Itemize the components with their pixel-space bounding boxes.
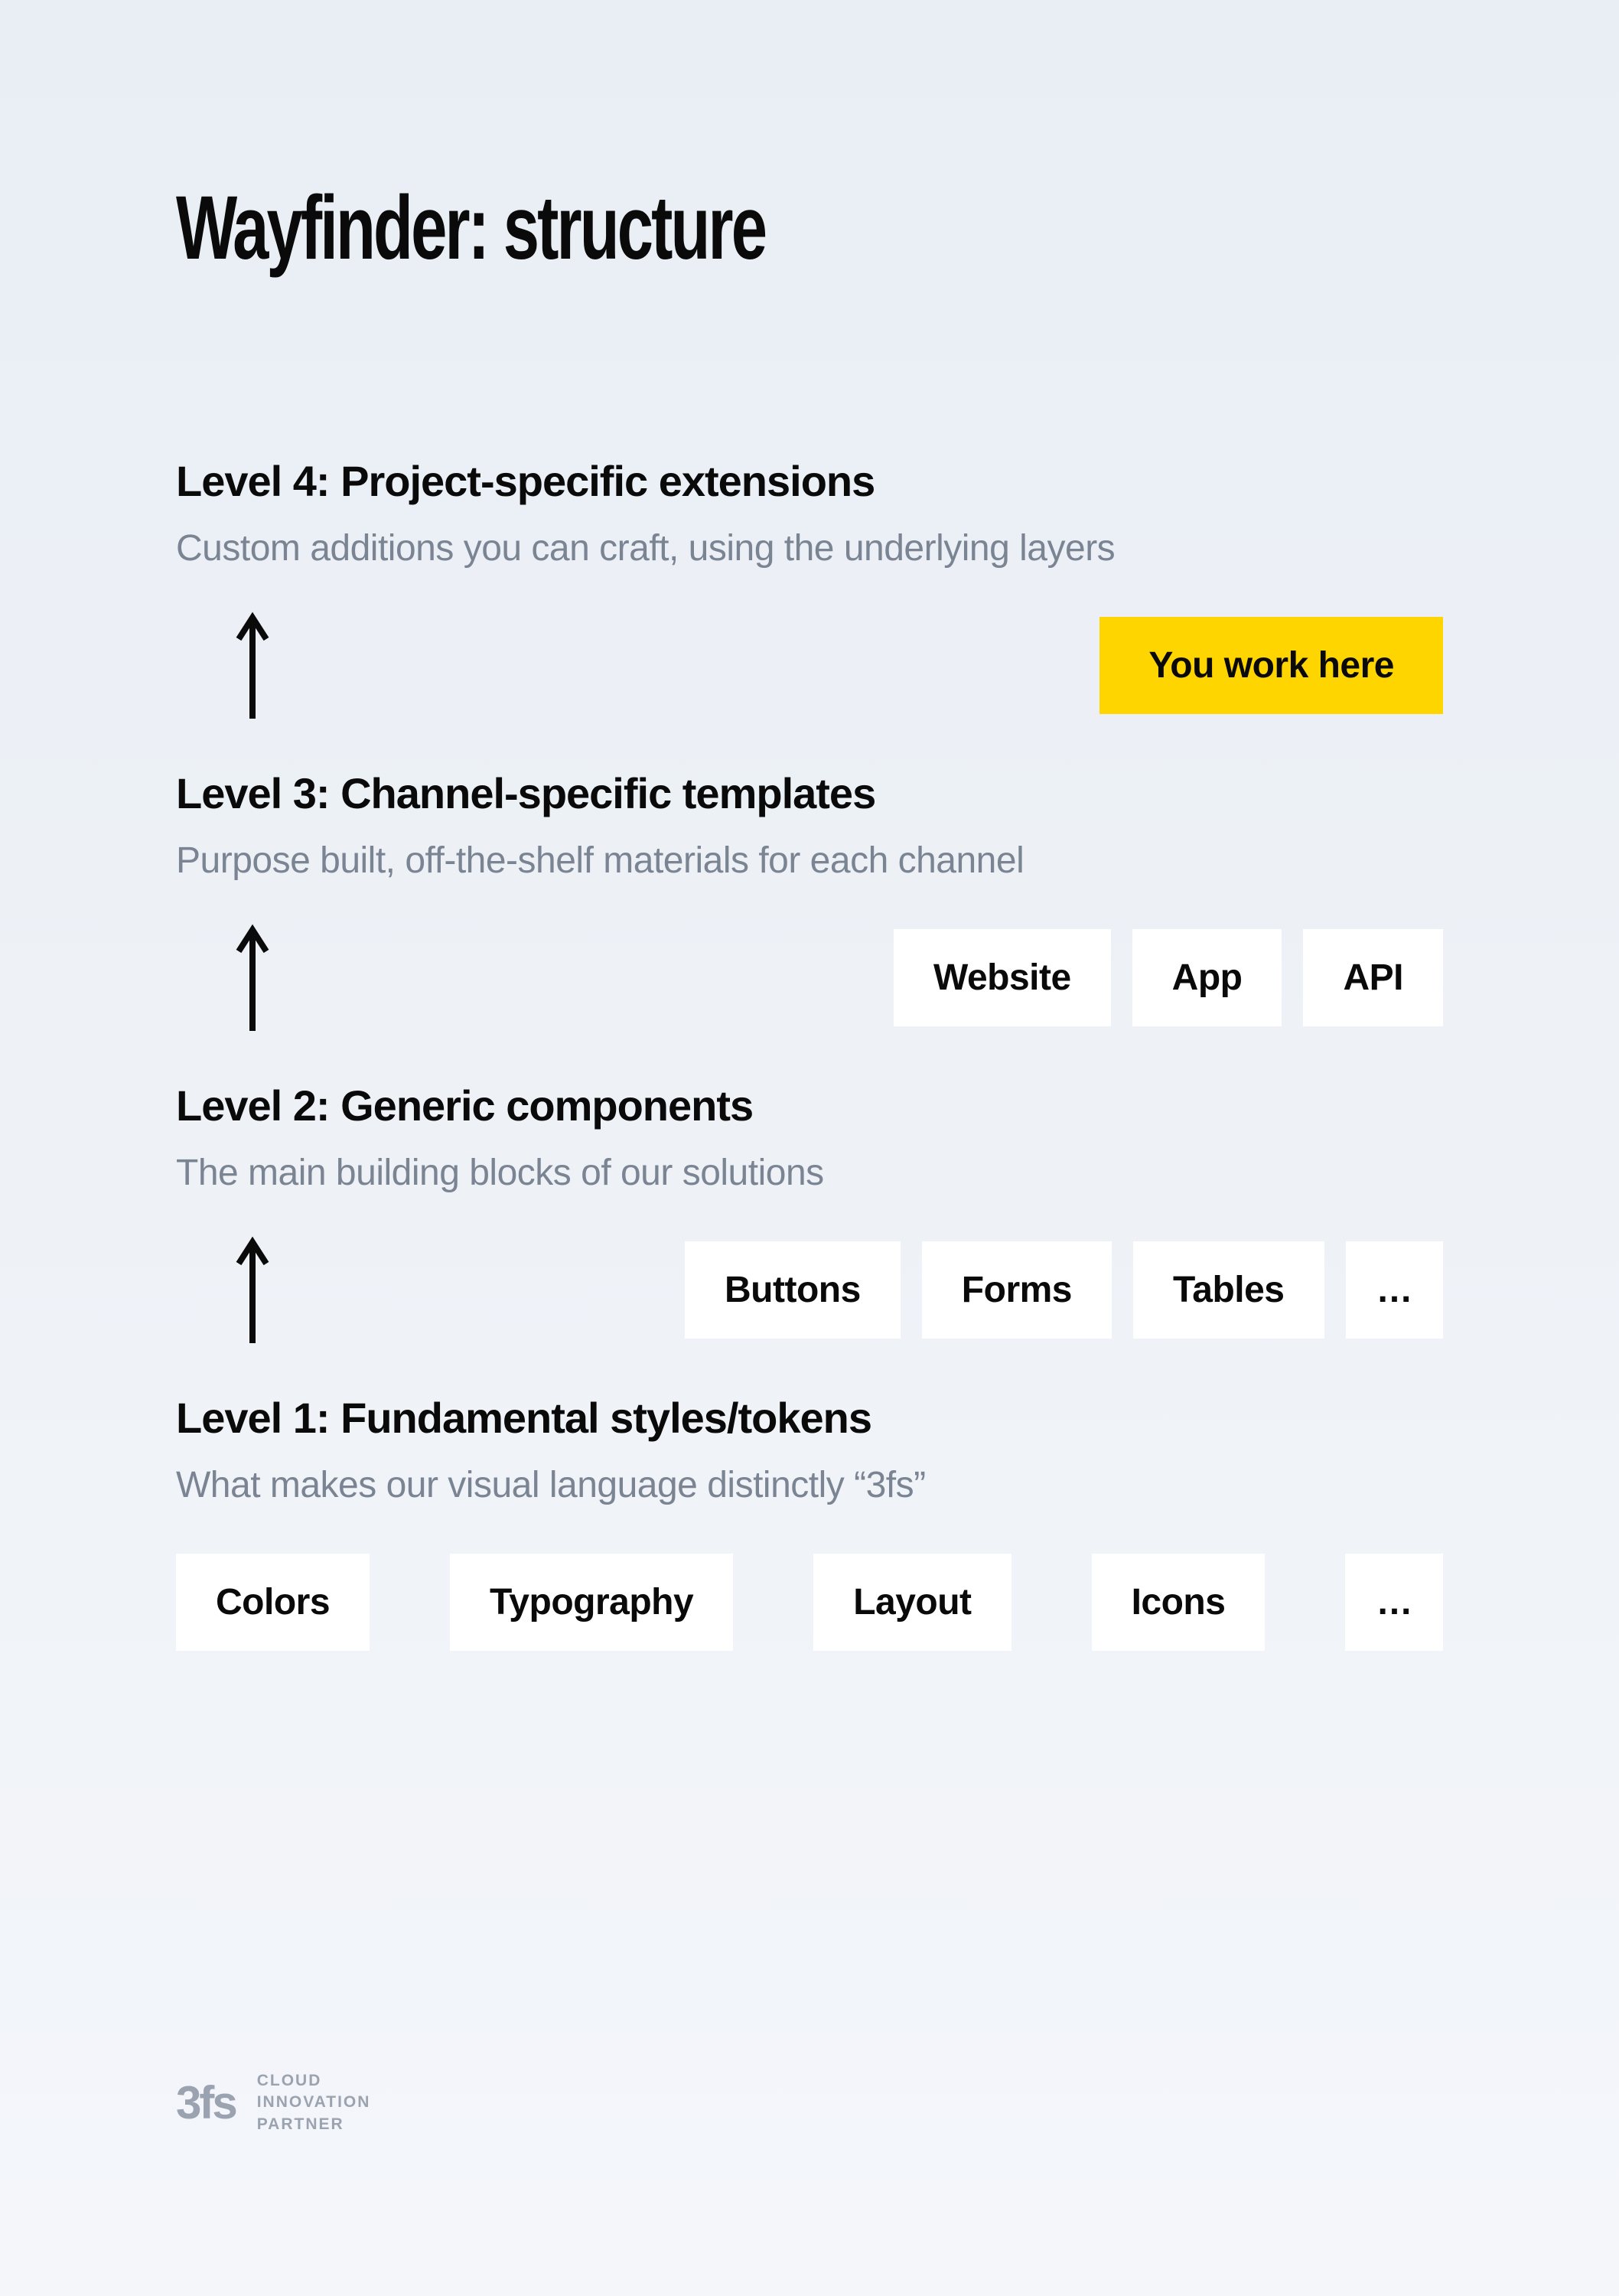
chip-more: … <box>1345 1554 1443 1651</box>
level-1-heading: Level 1: Fundamental styles/tokens <box>176 1393 1443 1443</box>
arrow-up-icon <box>236 1236 269 1343</box>
arrow-up-icon <box>236 924 269 1031</box>
level-3: Level 3: Channel-specific templates Purp… <box>176 768 1443 1027</box>
level-1-chips: Colors Typography Layout Icons … <box>176 1554 1443 1651</box>
chip-buttons: Buttons <box>685 1241 901 1339</box>
level-1: Level 1: Fundamental styles/tokens What … <box>176 1393 1443 1652</box>
level-2-row: Buttons Forms Tables … <box>176 1240 1443 1339</box>
chip-api: API <box>1303 929 1443 1026</box>
level-2-heading: Level 2: Generic components <box>176 1081 1443 1130</box>
level-4-row: You work here <box>176 615 1443 715</box>
chip-more: … <box>1346 1241 1444 1339</box>
arrow-cell <box>176 924 329 1031</box>
level-2-chips: Buttons Forms Tables … <box>329 1241 1443 1339</box>
footer: 3fs CLOUD INNOVATION PARTNER <box>176 2070 370 2135</box>
level-4-subheading: Custom additions you can craft, using th… <box>176 527 1443 569</box>
level-3-chips: Website App API <box>329 929 1443 1026</box>
arrow-up-icon <box>236 612 269 719</box>
arrow-cell <box>176 612 329 719</box>
level-4-heading: Level 4: Project-specific extensions <box>176 456 1443 506</box>
level-2-subheading: The main building blocks of our solution… <box>176 1152 1443 1194</box>
chip-colors: Colors <box>176 1554 370 1651</box>
chip-typography: Typography <box>450 1554 733 1651</box>
chip-forms: Forms <box>922 1241 1112 1339</box>
you-work-here-badge: You work here <box>1099 617 1443 714</box>
level-4: Level 4: Project-specific extensions Cus… <box>176 456 1443 715</box>
footer-tagline: CLOUD INNOVATION PARTNER <box>257 2070 371 2135</box>
chip-app: App <box>1132 929 1282 1026</box>
footer-logo: 3fs <box>176 2076 236 2129</box>
level-3-subheading: Purpose built, off-the-shelf materials f… <box>176 840 1443 882</box>
chip-tables: Tables <box>1133 1241 1324 1339</box>
level-1-subheading: What makes our visual language distinctl… <box>176 1464 1443 1506</box>
level-2: Level 2: Generic components The main bui… <box>176 1081 1443 1339</box>
level-3-heading: Level 3: Channel-specific templates <box>176 768 1443 818</box>
chip-website: Website <box>894 929 1111 1026</box>
arrow-cell <box>176 1236 329 1343</box>
level-4-badge-container: You work here <box>329 617 1443 714</box>
chip-icons: Icons <box>1092 1554 1266 1651</box>
chip-layout: Layout <box>813 1554 1011 1651</box>
level-3-row: Website App API <box>176 928 1443 1027</box>
slide: Wayfinder: structure Level 4: Project-sp… <box>0 0 1619 2296</box>
slide-title: Wayfinder: structure <box>176 176 1088 280</box>
level-1-row: Colors Typography Layout Icons … <box>176 1552 1443 1652</box>
